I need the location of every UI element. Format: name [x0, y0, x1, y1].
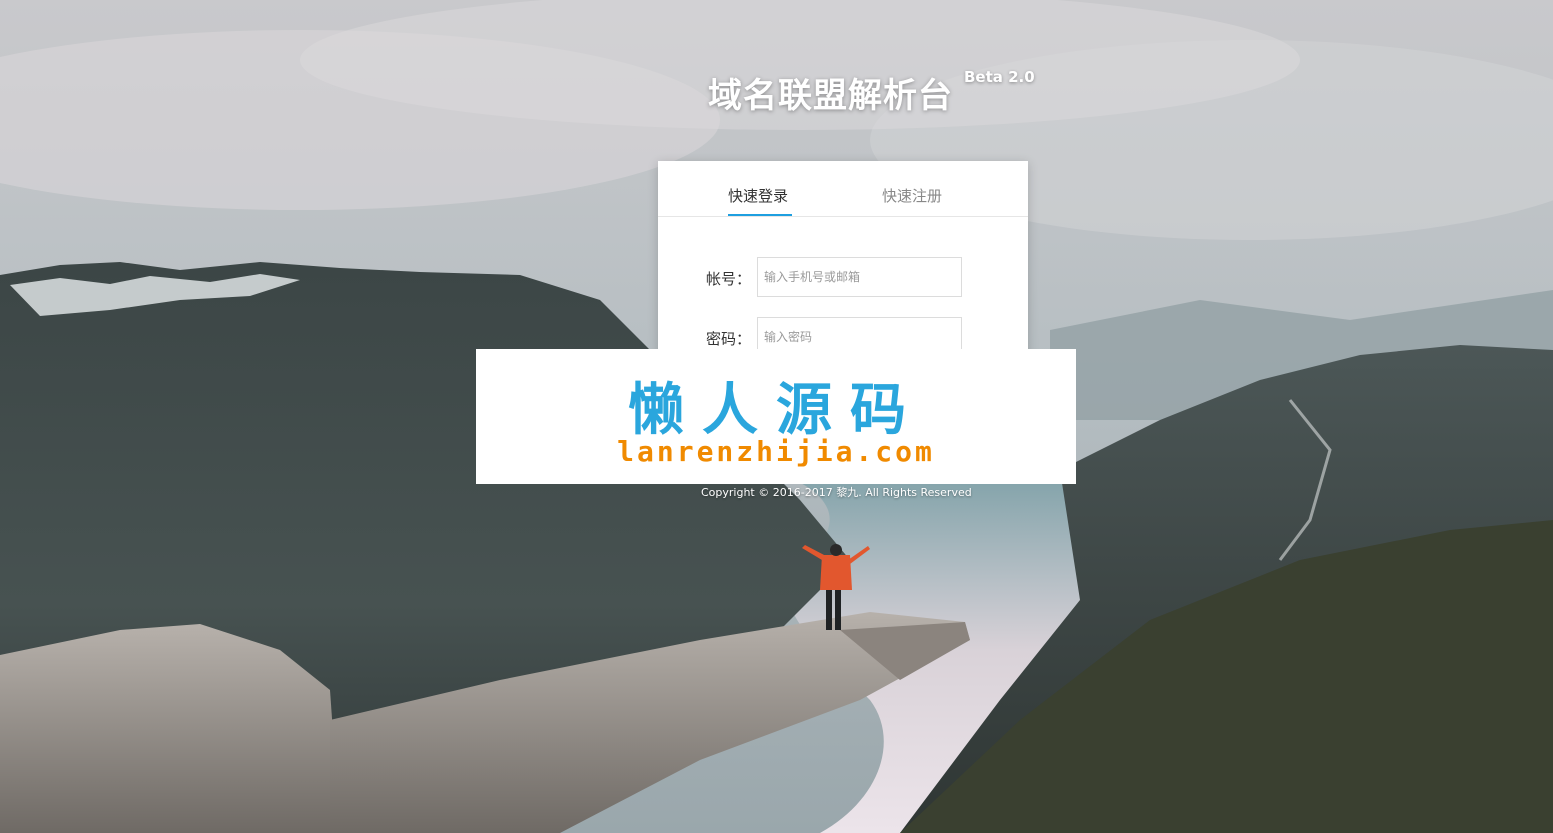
login-card: 快速登录 快速注册 帐号： 密码： [658, 161, 1028, 361]
tab-quick-login[interactable]: 快速登录 [728, 185, 788, 206]
source-watermark-banner: 懒人源码 lanrenzhijia.com [476, 349, 1076, 484]
tab-quick-register[interactable]: 快速注册 [882, 185, 942, 206]
login-tabs: 快速登录 快速注册 [658, 161, 1028, 217]
account-input[interactable] [757, 257, 962, 297]
watermark-title: 懒人源码 [628, 378, 924, 443]
copyright-text: Copyright © 2016-2017 黎九. All Rights Res… [701, 486, 972, 499]
account-label: 帐号： [706, 270, 752, 288]
password-label: 密码： [706, 330, 752, 348]
site-title: 域名联盟解析台 [708, 76, 953, 116]
watermark-url: lanrenzhijia.com [617, 435, 935, 468]
active-tab-indicator [728, 214, 792, 216]
account-row: 帐号： [706, 257, 966, 299]
version-badge: Beta 2.0 [964, 68, 1035, 86]
